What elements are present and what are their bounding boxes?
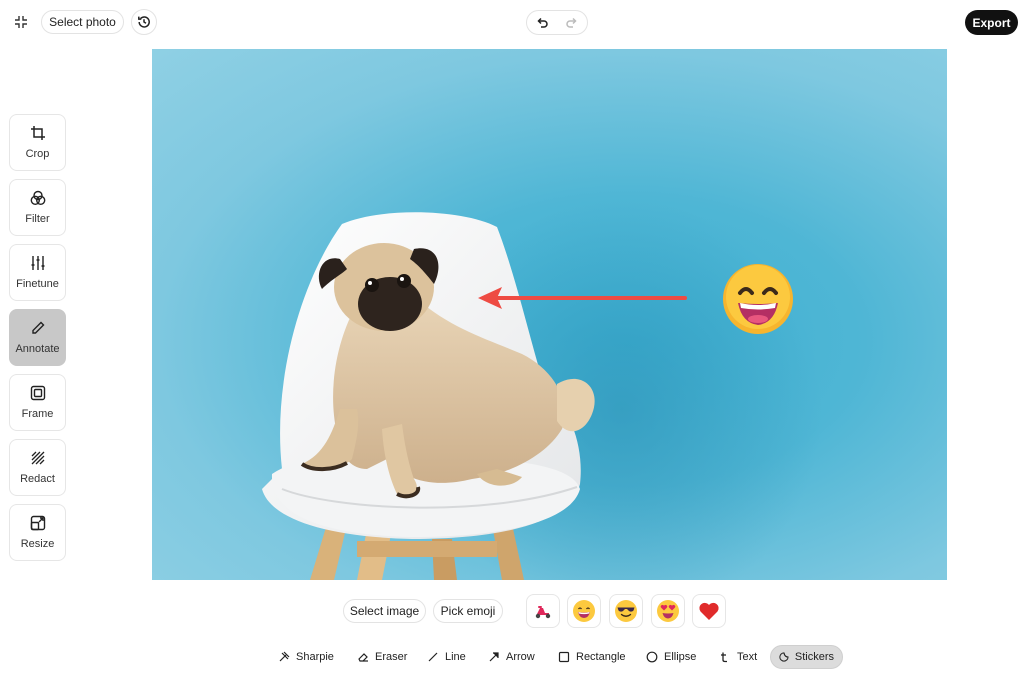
tool-label: Resize [20, 538, 55, 550]
undo-icon[interactable] [527, 11, 557, 34]
tool-label: Redact [20, 473, 55, 485]
grinning-face-icon [573, 600, 595, 622]
tool-redact[interactable]: Redact [9, 439, 66, 496]
shape-tool-label: Sharpie [296, 651, 334, 663]
arrow-icon [489, 652, 499, 662]
filter-icon [30, 190, 45, 206]
select-image-button[interactable]: Select image [343, 599, 426, 623]
frame-icon [30, 385, 45, 401]
scooter-icon [535, 606, 551, 619]
ellipse-icon [646, 651, 658, 663]
shape-tool-label: Text [737, 651, 758, 663]
photo-canvas[interactable] [152, 49, 947, 580]
shape-tool-eraser[interactable]: Eraser [349, 645, 415, 669]
shape-tool-label: Stickers [794, 651, 834, 663]
select-photo-button[interactable]: Select photo [41, 10, 124, 34]
redo-icon[interactable] [557, 11, 587, 34]
tool-annotate[interactable]: Annotate [9, 309, 66, 366]
export-button[interactable]: Export [965, 10, 1018, 35]
redact-icon [31, 451, 44, 465]
sunglasses-face-icon [615, 600, 637, 622]
emoji-sticker-grinning[interactable] [722, 263, 794, 335]
rectangle-icon [558, 651, 570, 663]
sticker-grinning-face[interactable] [567, 594, 601, 628]
pick-emoji-button[interactable]: Pick emoji [433, 599, 503, 623]
tool-frame[interactable]: Frame [9, 374, 66, 431]
shape-tool-sharpie[interactable]: Sharpie [270, 645, 342, 669]
red-heart-icon [699, 602, 719, 620]
tool-filter[interactable]: Filter [9, 179, 66, 236]
pug-photo [262, 199, 822, 580]
collapse-icon[interactable] [8, 9, 34, 35]
sticker-heart-eyes-face[interactable] [651, 594, 685, 628]
shape-tool-stickers[interactable]: Stickers [770, 645, 843, 669]
tool-label: Crop [25, 148, 50, 160]
sliders-icon [31, 256, 44, 270]
sticker-icon [779, 652, 789, 662]
shape-tool-line[interactable]: Line [419, 645, 474, 669]
pencil-icon [31, 321, 44, 334]
shape-tool-label: Line [445, 651, 466, 663]
shape-tool-text[interactable]: Text [711, 645, 765, 669]
tool-label: Finetune [16, 278, 59, 290]
crop-icon [30, 126, 45, 140]
shape-tool-label: Rectangle [576, 651, 626, 663]
tool-label: Frame [21, 408, 54, 420]
shape-tool-label: Eraser [375, 651, 408, 663]
tool-label: Filter [25, 213, 50, 225]
text-icon [721, 652, 727, 663]
sticker-sunglasses-face[interactable] [609, 594, 643, 628]
heart-eyes-face-icon [657, 600, 679, 622]
undo-redo-group [526, 10, 588, 35]
shape-tool-label: Ellipse [664, 651, 697, 663]
sticker-scooter[interactable] [526, 594, 560, 628]
shape-tool-arrow[interactable]: Arrow [480, 645, 543, 669]
shape-tool-rectangle[interactable]: Rectangle [550, 645, 634, 669]
shape-tool-ellipse[interactable]: Ellipse [638, 645, 704, 669]
sharpie-icon [279, 651, 290, 662]
history-icon[interactable] [131, 9, 157, 35]
shape-tool-label: Arrow [506, 651, 535, 663]
resize-icon [30, 515, 45, 531]
tool-finetune[interactable]: Finetune [9, 244, 66, 301]
eraser-icon [358, 653, 368, 662]
sticker-red-heart[interactable] [692, 594, 726, 628]
tool-crop[interactable]: Crop [9, 114, 66, 171]
line-icon [428, 652, 438, 662]
tool-resize[interactable]: Resize [9, 504, 66, 561]
tool-label: Annotate [15, 343, 60, 355]
